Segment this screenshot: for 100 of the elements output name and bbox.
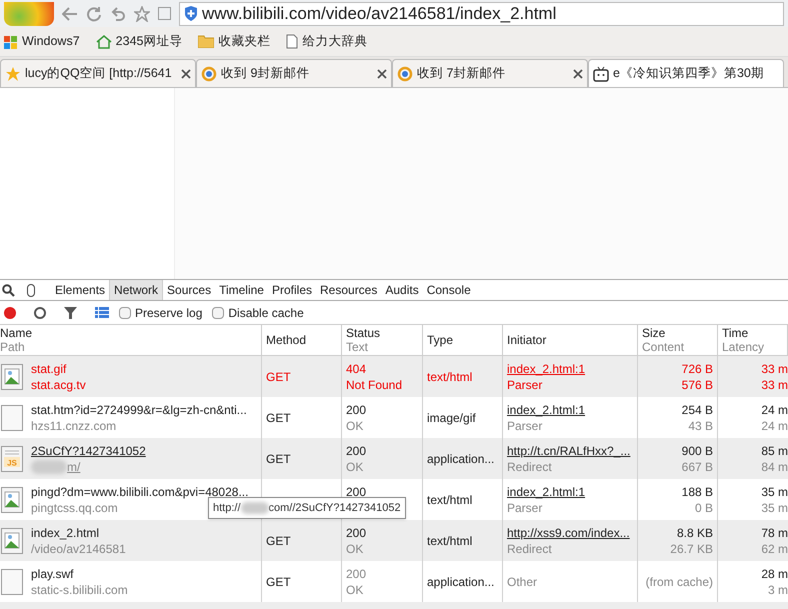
- request-name: play.swf: [31, 566, 74, 582]
- method-cell-text: GET: [266, 574, 292, 590]
- bookmark-item[interactable]: 2345网址导: [96, 32, 182, 51]
- url-text: www.bilibili.com/video/av2146581/index_2.html: [202, 2, 556, 25]
- time-cell: 85 m: [761, 442, 788, 458]
- size-cell: (from cache): [646, 574, 713, 590]
- content-size: 26.7 KB: [670, 540, 713, 556]
- latency-cell: 84 m: [761, 458, 788, 474]
- status-code: 200: [346, 484, 368, 500]
- request-row[interactable]: stat.gif stat.acg.tv GET 404 Not Found text/html index_2.html:1 Parser 726 B 576 B 33 m 33 m: [0, 356, 788, 397]
- latency-cell: 33 m: [761, 376, 788, 392]
- column-header[interactable]: Status Text: [342, 325, 423, 355]
- initiator-link[interactable]: index_2.html:1: [507, 402, 633, 418]
- content-size: 0 B: [694, 500, 713, 516]
- request-path: stat.acg.tv: [31, 376, 86, 392]
- status-text: Not Found: [346, 376, 404, 392]
- status-text: OK: [346, 582, 364, 598]
- initiator-link[interactable]: index_2.html:1: [507, 360, 633, 376]
- latency-cell: 62 m: [761, 540, 788, 556]
- bookmark-item[interactable]: Windows7: [4, 32, 80, 51]
- method-cell-text: GET: [266, 410, 292, 426]
- content-size: 43 B: [688, 418, 713, 434]
- devtools-tab[interactable]: Elements: [51, 280, 110, 300]
- size-cell: 900 B: [682, 442, 713, 458]
- size-cell: 8.8 KB: [676, 524, 713, 540]
- time-cell: 24 m: [761, 402, 788, 418]
- size-cell: 254 B: [682, 402, 713, 418]
- status-text: OK: [346, 458, 364, 474]
- type-cell-text: text/html: [427, 492, 474, 508]
- status-code: 200: [346, 566, 368, 582]
- devtools-tab[interactable]: Profiles: [268, 280, 316, 300]
- type-cell-text: text/html: [427, 532, 474, 548]
- tooltip: http:// com//2SuCfY?1427341052: [208, 497, 406, 519]
- browser-tab[interactable]: 收到 9封新邮件: [196, 59, 392, 87]
- latency-cell: 35 m: [761, 500, 788, 516]
- initiator-link[interactable]: http://t.cn/RALfHxx?_...: [507, 442, 633, 458]
- browser-tab[interactable]: lucy的QQ空间 [http://5641: [0, 59, 196, 87]
- method-cell-text: GET: [266, 532, 292, 548]
- column-header[interactable]: Type: [423, 325, 503, 355]
- request-row[interactable]: index_2.html /video/av2146581 GET 200 OK text/html http://xss9.com/index... Redirect 8.8 KB 26.7 KB 78 m 62 m: [0, 520, 788, 561]
- initiator-detail: Redirect: [507, 458, 553, 474]
- browser-tab[interactable]: 收到 7封新邮件: [392, 59, 588, 87]
- column-header[interactable]: Time Latency: [718, 325, 788, 355]
- request-path: hzs11.cnzz.com: [31, 418, 116, 434]
- size-cell: 726 B: [682, 360, 713, 376]
- column-header[interactable]: Size Content: [638, 325, 718, 355]
- request-name: 2SuCfY?1427341052: [31, 442, 146, 458]
- status-code: 200: [346, 524, 368, 540]
- script-file-icon: JS: [1, 446, 23, 472]
- time-cell: 35 m: [761, 484, 788, 500]
- status-code: 200: [346, 402, 368, 418]
- devtools-tab[interactable]: Audits: [381, 280, 423, 300]
- request-path: m/: [67, 458, 80, 474]
- initiator-detail: Parser: [507, 418, 544, 434]
- content-size: 667 B: [682, 458, 713, 474]
- request-path: /video/av2146581: [31, 540, 126, 556]
- column-header[interactable]: Initiator: [503, 325, 638, 355]
- time-cell: 28 m: [761, 566, 788, 582]
- type-cell-text: text/html: [427, 368, 474, 384]
- devtools-tab[interactable]: Sources: [163, 280, 216, 300]
- devtools-tab[interactable]: Network: [109, 280, 164, 300]
- initiator-link[interactable]: index_2.html:1: [507, 484, 633, 500]
- bookmark-item[interactable]: 收藏夹栏: [198, 32, 270, 51]
- type-cell-text: application...: [427, 450, 496, 466]
- time-cell: 78 m: [761, 524, 788, 540]
- initiator-link[interactable]: http://xss9.com/index...: [507, 524, 633, 540]
- status-code: 200: [346, 442, 368, 458]
- request-name: pingd?dm=www.bilibili.com&pvi=48028...: [31, 484, 248, 500]
- size-cell: 188 B: [682, 484, 713, 500]
- request-row[interactable]: stat.htm?id=2724999&r=&lg=zh-cn&nti... hzs11.cnzz.com GET 200 OK image/gif index_2.html:1 Parser 254 B 43 B 24 m 24 m: [0, 397, 788, 438]
- type-cell-text: image/gif: [427, 410, 477, 426]
- initiator-detail: Redirect: [507, 540, 553, 556]
- column-header[interactable]: Name Path: [0, 325, 262, 355]
- request-name: stat.htm?id=2724999&r=&lg=zh-cn&nti...: [31, 402, 247, 418]
- method-cell-text: GET: [266, 368, 292, 384]
- time-cell: 33 m: [761, 360, 788, 376]
- browser-tab[interactable]: e《冷知识第四季》第30期: [588, 59, 784, 87]
- request-path: pingtcss.qq.com: [31, 500, 118, 516]
- method-cell-text: GET: [266, 450, 292, 466]
- content-size: 576 B: [682, 376, 713, 392]
- bookmark-item[interactable]: 给力大辞典: [286, 32, 368, 51]
- request-row[interactable]: JS 2SuCfY?1427341052 m/ GET 200 OK application... http://t.cn/RALfHxx?_... Redirect 900 B 667 B 85 m 84 m: [0, 438, 788, 479]
- status-text: OK: [346, 418, 364, 434]
- request-name: stat.gif: [31, 360, 68, 376]
- type-cell-text: application...: [427, 574, 496, 590]
- initiator-detail: Parser: [507, 376, 544, 392]
- request-row[interactable]: play.swf static-s.bilibili.com GET 200 OK application... Other (from cache) 28 m 3 m: [0, 561, 788, 602]
- checkbox-label: Preserve log: [135, 304, 202, 322]
- request-name: index_2.html: [31, 524, 100, 540]
- devtools-tab[interactable]: Timeline: [215, 280, 268, 300]
- devtools-tab[interactable]: Console: [422, 280, 475, 300]
- latency-cell: 3 m: [768, 582, 788, 598]
- status-code: 404: [346, 360, 368, 376]
- initiator-detail: Parser: [507, 500, 544, 516]
- devtools-tab[interactable]: Resources: [316, 280, 382, 300]
- address-field[interactable]: www.bilibili.com/video/av2146581/index_2.html: [179, 2, 784, 26]
- column-header[interactable]: Method: [262, 325, 342, 355]
- request-path: static-s.bilibili.com: [31, 582, 128, 598]
- latency-cell: 24 m: [761, 418, 788, 434]
- status-text: OK: [346, 540, 364, 556]
